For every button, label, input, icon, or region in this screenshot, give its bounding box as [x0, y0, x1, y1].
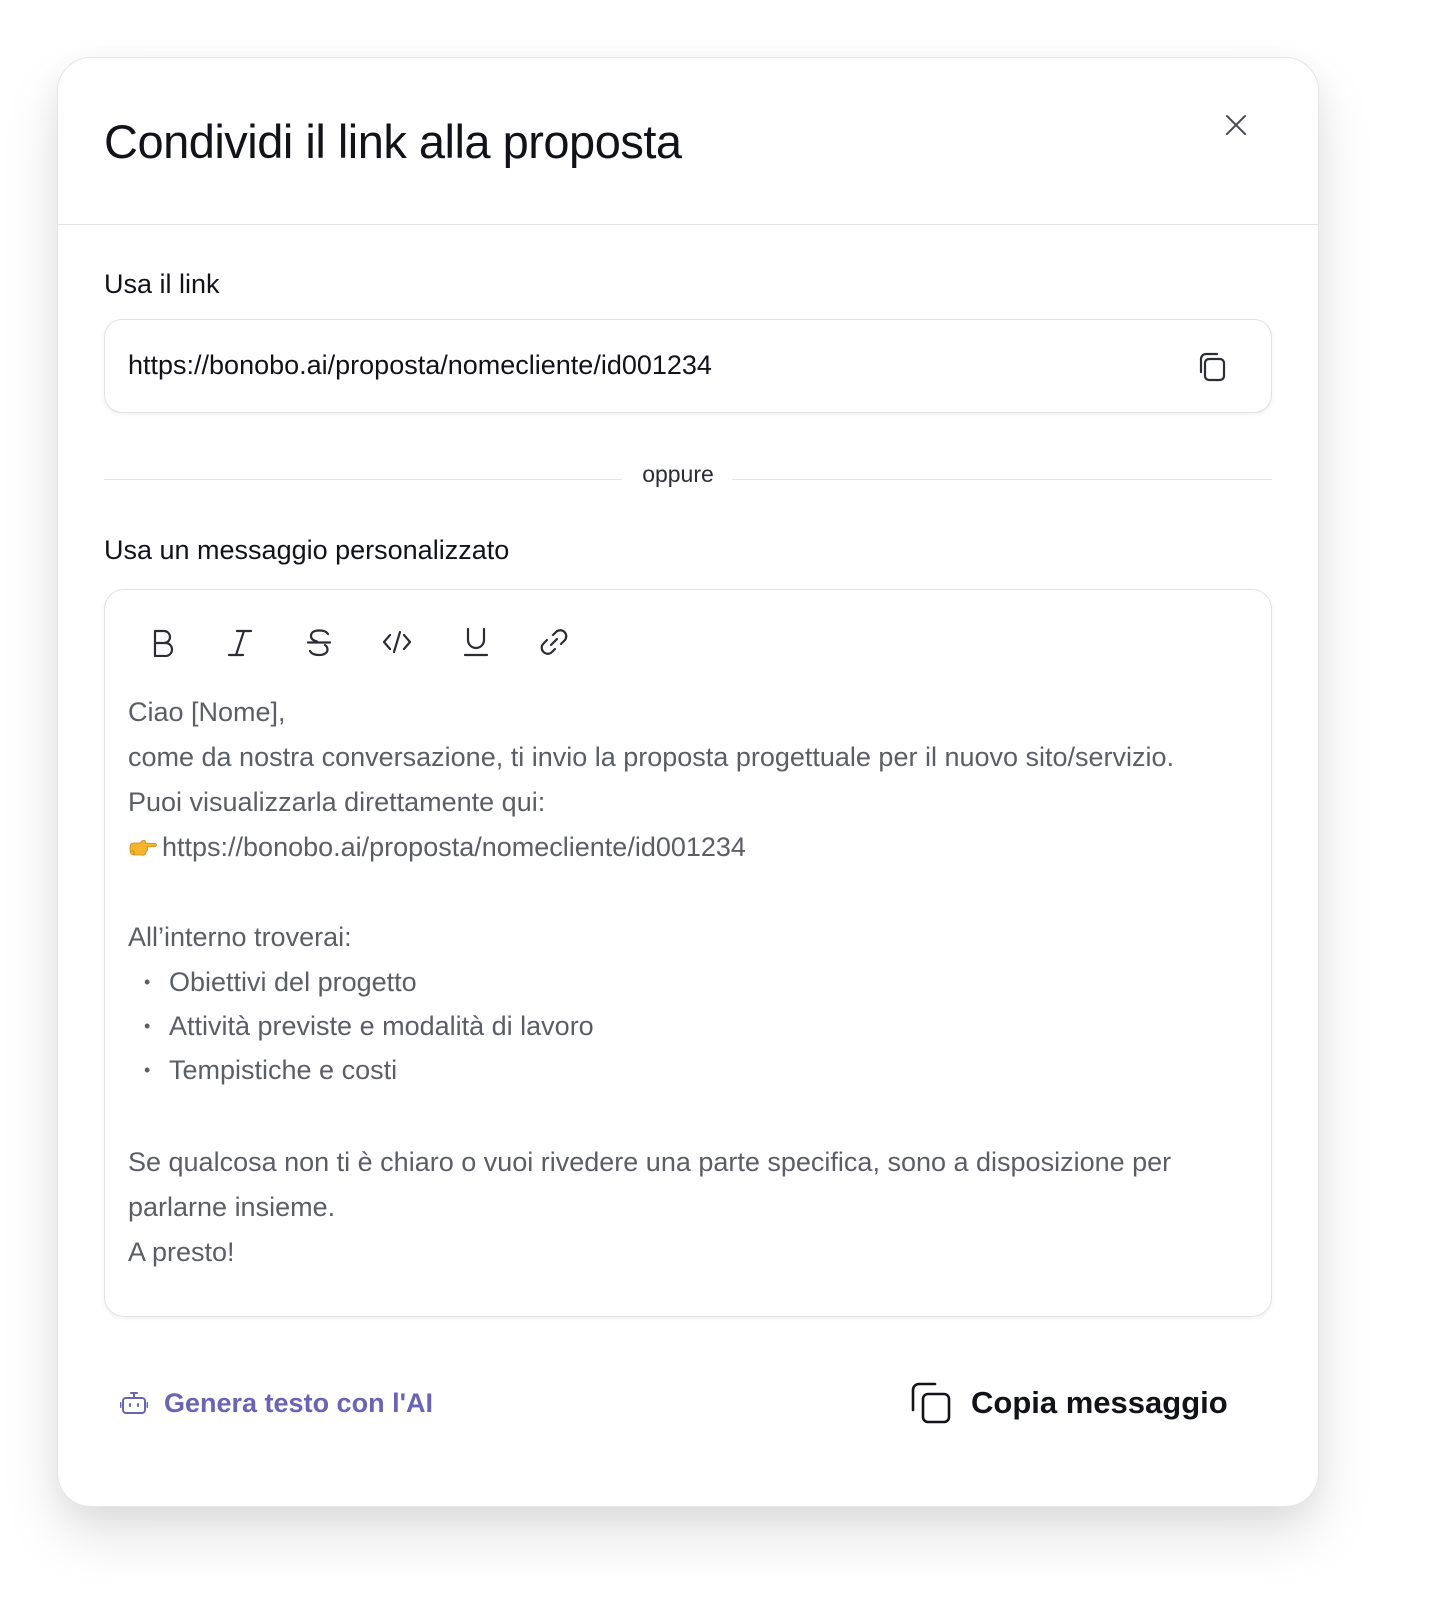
message-editor[interactable]: Ciao [Nome], come da nostra conversazion…	[104, 589, 1272, 1317]
link-url[interactable]: https://bonobo.ai/proposta/nomecliente/i…	[128, 348, 712, 382]
copy-link-button[interactable]	[1195, 350, 1229, 384]
underline-icon	[463, 627, 489, 657]
link-section-label: Usa il link	[104, 269, 220, 299]
italic-icon	[227, 629, 253, 657]
copy-icon	[911, 1382, 951, 1424]
list-item: Obiettivi del progetto	[144, 960, 1248, 1004]
close-icon	[1226, 115, 1246, 135]
copy-message-button[interactable]: Copia messaggio	[909, 1378, 1228, 1428]
strikethrough-icon	[306, 629, 332, 657]
list-item: Tempistiche e costi	[144, 1048, 1248, 1092]
copy-icon	[1199, 352, 1226, 382]
editor-content[interactable]: Ciao [Nome], come da nostra conversazion…	[128, 690, 1248, 1275]
message-link[interactable]: https://bonobo.ai/proposta/nomecliente/i…	[162, 832, 746, 862]
divider-text: oppure	[642, 461, 714, 487]
modal-title: Condividi il link alla proposta	[104, 115, 682, 168]
list-item: Attività previste e modalità di lavoro	[144, 1004, 1248, 1048]
divider-line-left	[104, 479, 622, 480]
message-section-label: Usa un messaggio personalizzato	[104, 535, 510, 565]
link-icon	[540, 629, 568, 655]
greeting-line: Ciao [Nome],	[128, 697, 286, 727]
code-icon	[382, 630, 412, 654]
close-button[interactable]	[1221, 110, 1251, 140]
strikethrough-button[interactable]	[297, 620, 341, 664]
code-button[interactable]	[375, 620, 419, 664]
pointing-hand-icon	[129, 839, 157, 856]
share-proposal-modal: Condividi il link alla proposta Usa il l…	[57, 57, 1319, 1507]
robot-icon	[120, 1392, 148, 1414]
link-field[interactable]: https://bonobo.ai/proposta/nomecliente/i…	[104, 319, 1272, 413]
message-link-line: https://bonobo.ai/proposta/nomecliente/i…	[128, 825, 1248, 870]
generate-ai-text-label: Genera testo con l'AI	[164, 1387, 433, 1418]
bullet-list: Obiettivi del progetto Attività previste…	[128, 960, 1248, 1092]
underline-button[interactable]	[454, 620, 498, 664]
list-intro: All’interno troverai:	[128, 922, 352, 952]
generate-ai-text-button[interactable]: Genera testo con l'AI	[120, 1383, 433, 1423]
modal-header: Condividi il link alla proposta	[58, 58, 1318, 225]
bold-icon	[153, 629, 174, 657]
italic-button[interactable]	[218, 620, 262, 664]
divider-line-right	[732, 479, 1272, 480]
message-line-1: come da nostra conversazione, ti invio l…	[128, 742, 1175, 772]
bold-button[interactable]	[140, 620, 184, 664]
signoff-line: A presto!	[128, 1237, 235, 1267]
link-button[interactable]	[532, 620, 576, 664]
closing-paragraph: Se qualcosa non ti è chiaro o vuoi rived…	[128, 1147, 1172, 1222]
message-line-2: Puoi visualizzarla direttamente qui:	[128, 787, 546, 817]
copy-message-label: Copia messaggio	[971, 1385, 1228, 1420]
